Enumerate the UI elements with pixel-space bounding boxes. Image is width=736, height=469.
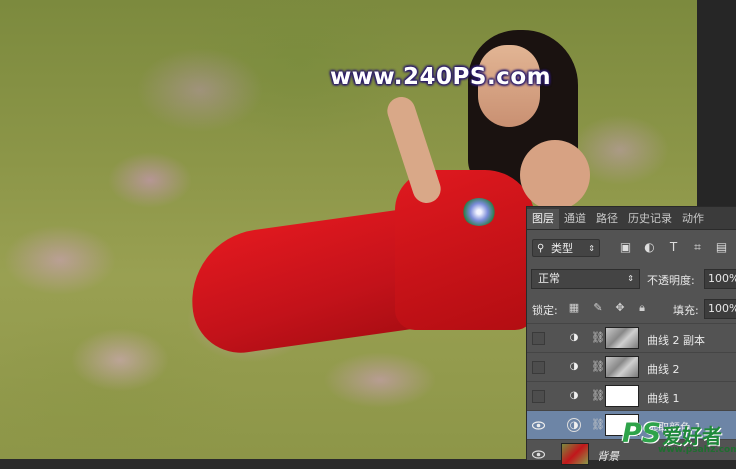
search-icon: ⚲ [537, 243, 545, 254]
layer-mask-thumbnail[interactable] [605, 356, 639, 378]
type-filter-icon[interactable]: T [667, 241, 680, 254]
visibility-toggle[interactable] [532, 361, 545, 374]
ps-lovers-logo: PS 爱好者 www.psahz.com [622, 418, 736, 456]
layer-thumbnail[interactable] [561, 443, 589, 465]
lock-transparency-icon[interactable]: ▦ [567, 301, 581, 315]
lock-pixels-icon[interactable]: ✎ [591, 301, 605, 315]
workspace-background [697, 0, 736, 206]
curves-adjustment-icon: ◑ [569, 361, 579, 372]
layer-row[interactable]: ◑ ⛓︎ 曲线 2 [527, 352, 736, 382]
fill-label: 填充: [673, 304, 699, 317]
layer-mask-thumbnail[interactable] [605, 327, 639, 349]
chevron-updown-icon: ⇕ [627, 274, 634, 283]
layer-filter-row: ⚲ 类型 ⇕ ▣ ◐ T ⌗ ▤ [527, 237, 736, 259]
layer-row[interactable]: ◑ ⛓︎ 曲线 2 副本 [527, 323, 736, 353]
layer-name: 背景 [597, 450, 619, 463]
tab-paths[interactable]: 路径 [591, 209, 623, 229]
site-watermark: www.240PS.com [330, 64, 552, 90]
fill-field[interactable]: 100% [704, 299, 736, 319]
layer-name: 曲线 2 [647, 363, 680, 376]
selective-color-adjustment-icon: ◑ [567, 418, 581, 432]
tab-actions[interactable]: 动作 [677, 209, 709, 229]
layer-mask-thumbnail[interactable] [605, 385, 639, 407]
visibility-toggle[interactable] [532, 332, 545, 345]
filter-kind-label: 类型 [551, 242, 573, 255]
layer-row[interactable]: ◑ ⛓︎ 曲线 1 [527, 381, 736, 411]
opacity-field[interactable]: 100% [704, 269, 736, 289]
blend-row: 正常 ⇕ 不透明度: 100% [527, 267, 736, 291]
panel-tabs: 图层 通道 路径 历史记录 动作 [527, 207, 736, 230]
visibility-toggle[interactable] [532, 390, 545, 403]
eye-icon[interactable] [532, 448, 545, 461]
layer-name: 曲线 1 [647, 392, 680, 405]
adjustment-filter-icon[interactable]: ◐ [643, 241, 656, 254]
layer-name: 曲线 2 副本 [647, 334, 705, 347]
tab-channels[interactable]: 通道 [559, 209, 591, 229]
link-icon[interactable]: ⛓︎ [591, 360, 605, 374]
tab-layers[interactable]: 图层 [527, 209, 559, 229]
image-filter-icon[interactable]: ▣ [619, 241, 632, 254]
lock-position-icon[interactable]: ✥ [613, 301, 627, 315]
smart-object-filter-icon[interactable]: ▤ [715, 241, 728, 254]
lock-row: 锁定: ▦ ✎ ✥ 🔒︎ 填充: 100% [527, 297, 736, 321]
blend-mode-value: 正常 [538, 272, 560, 285]
tab-history[interactable]: 历史记录 [623, 209, 677, 229]
shoulder [520, 140, 590, 210]
logo-ps-text: PS [622, 418, 662, 449]
logo-url-text: www.psahz.com [658, 445, 736, 455]
chevron-updown-icon: ⇕ [588, 244, 595, 253]
lock-label: 锁定: [532, 304, 558, 317]
shape-filter-icon[interactable]: ⌗ [691, 241, 704, 254]
filter-kind-select[interactable]: ⚲ 类型 ⇕ [532, 239, 600, 257]
link-icon[interactable]: ⛓︎ [591, 418, 605, 432]
curves-adjustment-icon: ◑ [569, 390, 579, 401]
curves-adjustment-icon: ◑ [569, 332, 579, 343]
brooch [462, 198, 496, 226]
blend-mode-select[interactable]: 正常 ⇕ [531, 269, 640, 289]
eye-icon[interactable] [532, 419, 545, 432]
opacity-label: 不透明度: [647, 274, 695, 287]
lock-all-icon[interactable]: 🔒︎ [635, 301, 649, 315]
raised-arm [383, 93, 445, 207]
link-icon[interactable]: ⛓︎ [591, 331, 605, 345]
link-icon[interactable]: ⛓︎ [591, 389, 605, 403]
